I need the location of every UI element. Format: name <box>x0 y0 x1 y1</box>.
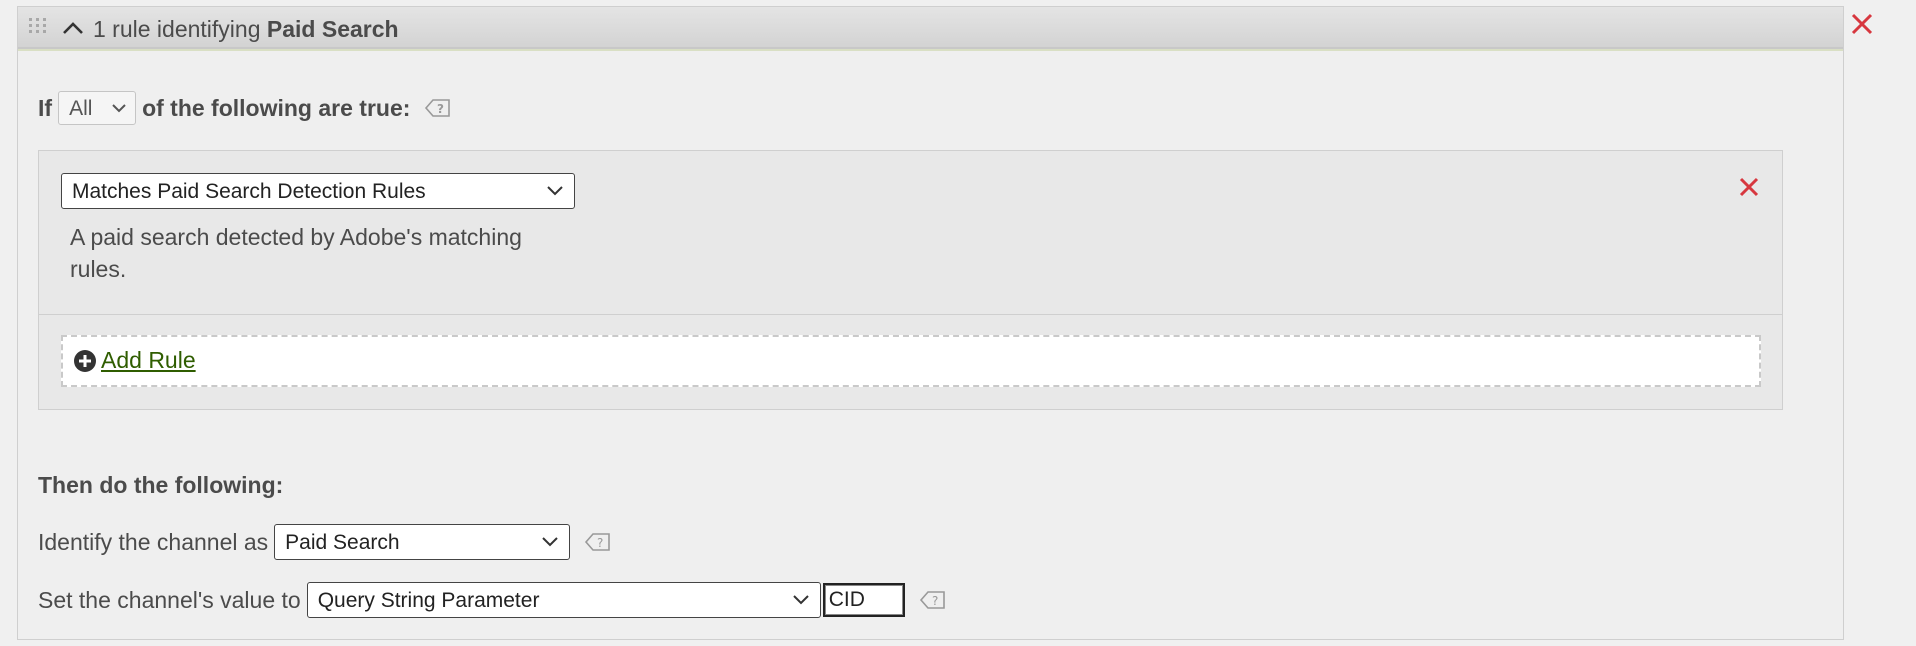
close-icon[interactable] <box>1850 12 1874 36</box>
help-tag-icon[interactable]: ? <box>584 531 612 553</box>
add-rule-area[interactable]: Add Rule <box>61 335 1761 387</box>
remove-rule-icon[interactable] <box>1738 176 1760 198</box>
svg-text:?: ? <box>597 536 603 550</box>
rule-type-select[interactable]: Matches Paid Search Detection Rules <box>61 173 575 209</box>
rule-type-value: Matches Paid Search Detection Rules <box>72 180 426 203</box>
parameter-input[interactable] <box>822 583 905 617</box>
drag-handle-icon[interactable] <box>27 16 49 36</box>
chevron-down-icon <box>547 186 563 196</box>
chevron-down-icon <box>792 595 809 605</box>
panel-title: 1 rule identifying Paid Search <box>93 16 399 43</box>
condition-suffix: of the following are true: <box>142 94 411 121</box>
channel-select[interactable]: Paid Search <box>274 524 571 560</box>
match-type-value: All <box>69 97 93 120</box>
panel-title-channel: Paid Search <box>266 16 399 42</box>
rule-description: A paid search detected by Adobe's matchi… <box>70 224 522 282</box>
value-source-select[interactable]: Query String Parameter <box>306 582 821 618</box>
svg-text:?: ? <box>932 594 938 608</box>
identify-channel-label: Identify the channel as <box>38 528 269 555</box>
channel-select-value: Paid Search <box>285 531 400 554</box>
set-value-row: Set the channel's value to Query String … <box>38 581 947 619</box>
plus-circle-icon[interactable] <box>73 349 97 373</box>
rule-item: Matches Paid Search Detection Rules A pa… <box>39 151 1782 315</box>
identify-channel-row: Identify the channel as Paid Search ? <box>38 523 612 561</box>
panel-header: 1 rule identifying Paid Search <box>18 7 1843 49</box>
help-tag-icon[interactable]: ? <box>919 589 947 611</box>
panel-title-prefix: 1 rule identifying <box>93 16 267 42</box>
value-source-value: Query String Parameter <box>317 589 540 612</box>
actions-title: Then do the following: <box>38 472 284 498</box>
if-label: If <box>38 94 53 121</box>
condition-row: If All of the following are true: ? <box>38 90 452 126</box>
chevron-down-icon <box>542 537 558 547</box>
header-divider <box>18 49 1843 51</box>
match-type-select[interactable]: All <box>58 91 137 125</box>
svg-text:?: ? <box>437 102 444 116</box>
chevron-down-icon <box>112 104 126 113</box>
chevron-up-icon[interactable] <box>61 18 85 38</box>
rules-container: Matches Paid Search Detection Rules A pa… <box>38 150 1783 410</box>
set-value-label: Set the channel's value to <box>38 586 301 613</box>
add-rule-link[interactable]: Add Rule <box>101 347 196 374</box>
help-tag-icon[interactable]: ? <box>424 97 452 119</box>
